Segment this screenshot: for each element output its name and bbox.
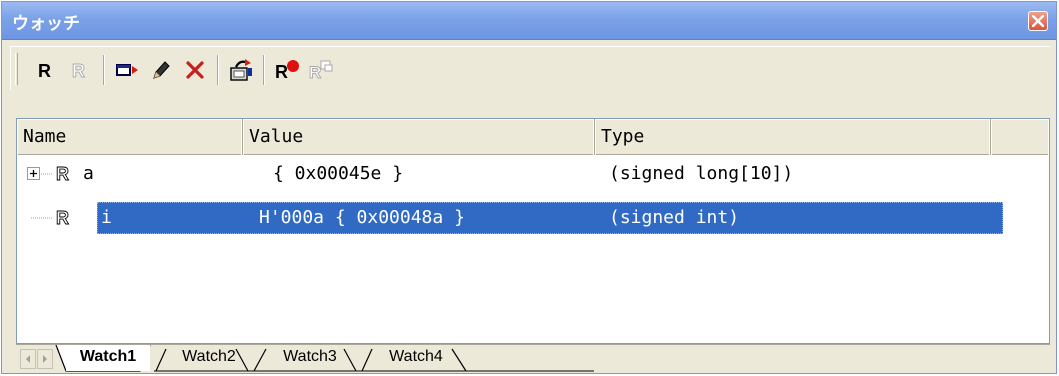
edit-button[interactable] — [145, 55, 177, 85]
tab-watch1[interactable]: Watch1 — [66, 345, 150, 371]
row-name: i — [101, 207, 112, 228]
tab-watch3[interactable]: Watch3 — [264, 345, 356, 371]
selection-highlight — [97, 202, 1003, 234]
tab-bar: Watch1 Watch2 Watch3 Watch4 — [16, 344, 1050, 372]
tab-watch2[interactable]: Watch2 — [166, 345, 252, 371]
row-value: H'000a { 0x00048a } — [259, 207, 465, 228]
delete-button[interactable] — [179, 55, 211, 85]
row-type: (signed int) — [609, 207, 740, 228]
list-header: Name Value Type — [17, 119, 1049, 155]
register-r-disabled-icon: R — [72, 61, 86, 80]
svg-text:R: R — [72, 61, 85, 80]
chevron-right-icon — [43, 355, 47, 363]
table-row[interactable]: R a { 0x00045e } (signed long[10]) — [17, 157, 1049, 191]
chevron-left-icon — [26, 355, 30, 363]
register-record-icon: R — [275, 60, 299, 82]
close-icon — [1032, 15, 1044, 27]
register-variable-icon: R — [56, 164, 70, 184]
window-title: ウォッチ — [12, 14, 80, 34]
tree-line-icon — [31, 217, 53, 219]
expand-toggle[interactable] — [27, 167, 40, 180]
svg-text:R: R — [56, 164, 69, 184]
register-button-disabled[interactable]: R — [65, 55, 97, 85]
radix-refresh-icon — [230, 59, 252, 81]
delete-x-icon — [186, 61, 204, 79]
tab-scroll-right-button[interactable] — [37, 349, 53, 369]
register-record-disabled-icon: R — [309, 60, 333, 82]
register-variable-icon: R — [56, 208, 70, 228]
register-record-button[interactable]: R — [271, 55, 303, 85]
table-row-selected[interactable]: R i H'000a { 0x00048a } (signed int) — [17, 201, 1049, 235]
title-bar[interactable]: ウォッチ — [2, 2, 1056, 40]
row-type: (signed long[10]) — [609, 163, 794, 184]
column-header-filler — [991, 119, 1049, 155]
register-record-button-disabled[interactable]: R — [305, 55, 337, 85]
add-watch-button[interactable] — [111, 55, 143, 85]
column-header-type[interactable]: Type — [595, 119, 991, 155]
row-value: { 0x00045e } — [273, 163, 404, 184]
radix-button[interactable] — [225, 55, 257, 85]
close-button[interactable] — [1028, 11, 1048, 31]
register-r-icon: R — [38, 61, 51, 80]
edit-pencil-icon — [153, 61, 170, 79]
svg-text:R: R — [56, 208, 69, 228]
watch-list[interactable]: Name Value Type R a { 0x00045e } (signed… — [16, 118, 1050, 344]
column-header-name[interactable]: Name — [17, 119, 243, 155]
toolbar-grip[interactable] — [15, 53, 18, 85]
tree-line-icon — [41, 173, 53, 175]
svg-text:R: R — [275, 62, 288, 82]
add-watch-icon — [116, 64, 138, 76]
toolbar: R R R R — [10, 46, 1050, 90]
column-header-value[interactable]: Value — [243, 119, 595, 155]
tab-watch4[interactable]: Watch4 — [372, 345, 460, 371]
watch-window: ウォッチ R R R R Name Value Type R a {0x000… — [1, 1, 1057, 374]
svg-text:R: R — [38, 61, 51, 80]
register-button[interactable]: R — [31, 55, 63, 85]
toolbar-separator — [263, 55, 265, 85]
svg-text:R: R — [309, 63, 321, 82]
toolbar-separator — [217, 55, 219, 85]
row-name: a — [83, 163, 94, 184]
tab-scroll-left-button[interactable] — [20, 349, 36, 369]
toolbar-separator — [103, 55, 105, 85]
plus-icon — [30, 170, 37, 177]
